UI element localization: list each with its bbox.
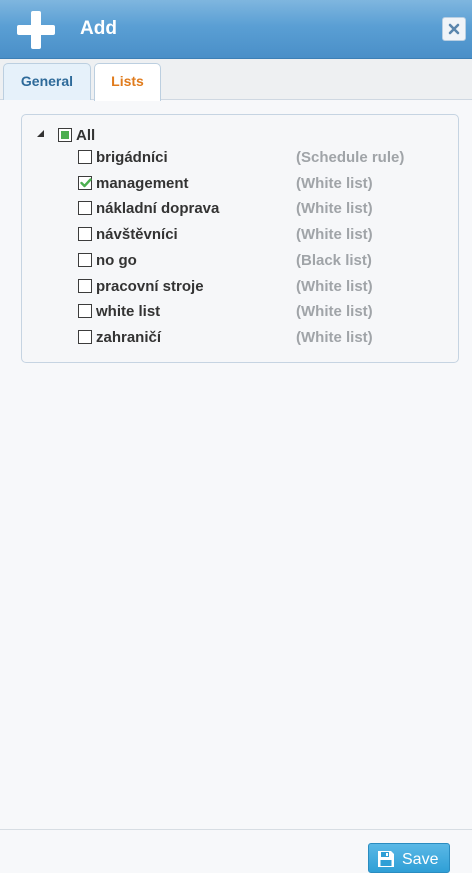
dialog-header: Add (0, 0, 472, 59)
close-icon (448, 23, 460, 35)
footer-divider (0, 829, 472, 830)
list-item-type: (White list) (296, 226, 373, 243)
list-item-checkbox[interactable] (78, 330, 92, 344)
list-item[interactable]: zahraničí (White list) (78, 329, 438, 347)
list-item-name: no go (96, 252, 137, 269)
list-item-name: pracovní stroje (96, 278, 204, 295)
list-item-name: white list (96, 303, 161, 320)
list-item-checkbox[interactable] (78, 227, 92, 241)
floppy-disk-icon (378, 851, 394, 867)
list-item-name: nákladní doprava (96, 200, 220, 217)
list-item-name: zahraničí (96, 329, 162, 346)
plus-icon (17, 11, 55, 49)
list-item[interactable]: návštěvníci (White list) (78, 226, 438, 244)
list-item-checkbox[interactable] (78, 253, 92, 267)
list-item-checkbox[interactable] (78, 201, 92, 215)
list-item-type: (White list) (296, 200, 373, 217)
check-icon (80, 178, 92, 188)
list-item[interactable]: white list (White list) (78, 303, 438, 321)
save-button[interactable]: Save (368, 843, 450, 873)
list-item-type: (White list) (296, 329, 373, 346)
all-checkbox[interactable] (58, 128, 72, 142)
list-item-checkbox[interactable] (78, 279, 92, 293)
list-item[interactable]: nákladní doprava (White list) (78, 200, 438, 218)
list-item[interactable]: management (White list) (78, 175, 438, 193)
list-item-name: brigádníci (96, 149, 168, 166)
list-item[interactable]: brigádníci (Schedule rule) (78, 149, 438, 167)
list-item[interactable]: pracovní stroje (White list) (78, 278, 438, 296)
tab-bar: General Lists (0, 59, 472, 101)
list-item-type: (Black list) (296, 252, 372, 269)
list-item-name: management (96, 175, 189, 192)
list-item-type: (White list) (296, 278, 373, 295)
list-item-type: (White list) (296, 175, 373, 192)
close-button[interactable] (442, 17, 466, 41)
list-item-checkbox[interactable] (78, 150, 92, 164)
tab-lists[interactable]: Lists (94, 63, 161, 101)
list-item-checkbox[interactable] (78, 176, 92, 190)
list-item-name: návštěvníci (96, 226, 178, 243)
list-item[interactable]: no go (Black list) (78, 252, 438, 270)
tab-general[interactable]: General (3, 63, 91, 100)
collapse-triangle-icon[interactable] (37, 130, 44, 137)
list-item-type: (Schedule rule) (296, 149, 405, 166)
list-item-type: (White list) (296, 303, 373, 320)
save-label: Save (402, 851, 439, 868)
all-label: All (76, 127, 96, 144)
dialog-title: Add (80, 18, 117, 39)
list-item-checkbox[interactable] (78, 304, 92, 318)
